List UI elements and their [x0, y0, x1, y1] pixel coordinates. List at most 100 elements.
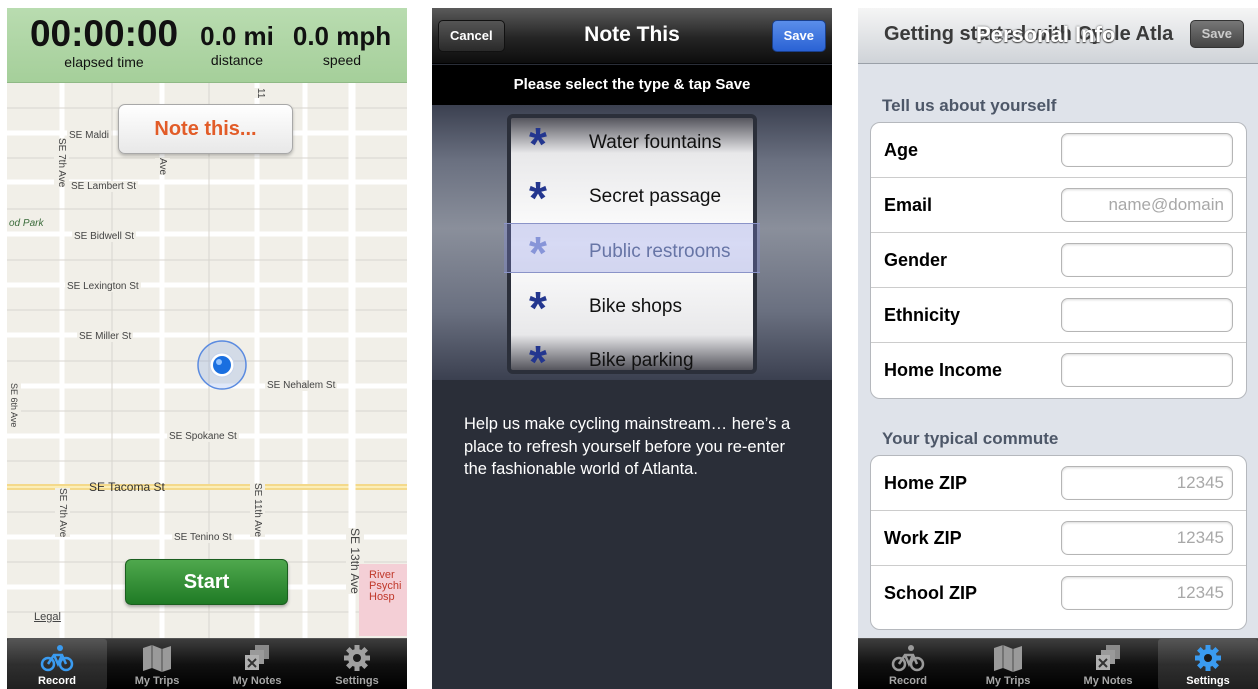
map-icon	[994, 645, 1022, 672]
form-row: Work ZIP	[871, 511, 1246, 566]
tab-my-trips[interactable]: My Trips	[958, 639, 1058, 689]
street-label: SE Lexington St	[65, 281, 141, 292]
street-label: 11	[253, 88, 268, 99]
asterisk-icon: *	[529, 172, 547, 224]
navigation-bar: Getting started with Cycle Atla Personal…	[858, 8, 1258, 64]
speed-value: 0.0 mph	[292, 21, 392, 51]
tab-record-label: Record	[889, 675, 927, 687]
tab-my-notes[interactable]: My Notes	[1058, 639, 1158, 689]
tab-settings[interactable]: Settings	[1158, 639, 1258, 689]
personal-info-screen: Getting started with Cycle Atla Personal…	[858, 8, 1258, 689]
street-label: SE 7th Ave	[55, 488, 70, 538]
field-label: School ZIP	[884, 583, 978, 603]
field-label: Ethnicity	[884, 305, 961, 325]
start-button[interactable]: Start	[125, 559, 288, 605]
tab-my-notes-label: My Notes	[232, 675, 282, 687]
field-label: Home Income	[884, 360, 1003, 380]
notes-icon	[245, 645, 269, 670]
elapsed-time-label: elapsed time	[64, 54, 144, 70]
legal-link[interactable]: Legal	[34, 611, 61, 623]
street-label: SE 6th Ave	[7, 383, 21, 428]
distance-stat: 0.0 mi distance	[187, 16, 287, 68]
save-button[interactable]: Save	[771, 20, 826, 52]
current-location-icon	[197, 340, 247, 390]
about-you-group: Age Email Gender Ethnicity Home Income	[870, 122, 1247, 399]
help-text: Help us make cycling mainstream… here’s …	[464, 415, 791, 478]
form-row: Ethnicity	[871, 288, 1246, 343]
form-row: Age	[871, 123, 1246, 178]
home-zip-field[interactable]	[1061, 466, 1233, 500]
distance-label: distance	[210, 52, 264, 68]
picker-option[interactable]: * Bike parking	[511, 334, 753, 374]
tab-my-trips-label: My Trips	[134, 675, 180, 687]
asterisk-icon: *	[529, 118, 547, 170]
picker-option[interactable]: * Secret passage	[511, 170, 753, 224]
street-label: SE Nehalem St	[265, 380, 338, 391]
tab-bar: Record My Trips My Notes Settings	[858, 638, 1258, 689]
field-label: Home ZIP	[884, 473, 968, 493]
email-field[interactable]	[1061, 188, 1233, 222]
street-label: SE Maldi	[67, 130, 112, 141]
age-field[interactable]	[1061, 133, 1233, 167]
navigation-bar: Note This Cancel Save	[432, 8, 832, 64]
commute-group: Home ZIP Work ZIP School ZIP	[870, 455, 1247, 630]
tab-settings[interactable]: Settings	[307, 639, 407, 689]
picker-option-label: Bike shops	[589, 296, 682, 317]
gear-icon	[344, 645, 370, 671]
section-title: Your typical commute	[882, 429, 1059, 448]
bicycle-icon	[891, 645, 925, 672]
tab-my-trips[interactable]: My Trips	[107, 639, 207, 689]
gender-field[interactable]	[1061, 243, 1233, 277]
street-label: Ave	[155, 158, 170, 176]
elapsed-time-stat: 00:00:00 elapsed time	[19, 13, 189, 70]
save-button[interactable]: Save	[1189, 20, 1244, 48]
distance-value: 0.0 mi	[200, 21, 274, 51]
form-row: Gender	[871, 233, 1246, 288]
field-label: Gender	[884, 250, 948, 270]
work-zip-field[interactable]	[1061, 521, 1233, 555]
map-icon	[143, 645, 171, 672]
tab-record[interactable]: Record	[858, 639, 958, 689]
picker-option-label: Bike parking	[589, 350, 694, 371]
record-screen: 00:00:00 elapsed time 0.0 mi distance 0.…	[7, 8, 407, 689]
tab-my-notes[interactable]: My Notes	[207, 639, 307, 689]
field-label: Email	[884, 195, 933, 215]
elapsed-time-value: 00:00:00	[29, 13, 179, 54]
street-label: SE 7th Ave	[54, 138, 69, 188]
field-label: Work ZIP	[884, 528, 962, 548]
gear-icon	[1195, 645, 1221, 671]
picker-option[interactable]: * Bike shops	[511, 280, 753, 334]
tab-record-label: Record	[38, 675, 76, 687]
picker-option-label: Water fountains	[589, 132, 722, 153]
page-title: Personal Info	[976, 22, 1116, 47]
instruction-text: Please select the type & tap Save	[432, 65, 832, 105]
section-title: Tell us about yourself	[882, 96, 1057, 115]
note-screen: Note This Cancel Save Please select the …	[432, 8, 832, 689]
ethnicity-field[interactable]	[1061, 298, 1233, 332]
street-label: SE Bidwell St	[72, 231, 137, 242]
trip-stats-bar: 00:00:00 elapsed time 0.0 mi distance 0.…	[7, 8, 407, 83]
tab-record[interactable]: Record	[7, 639, 107, 689]
street-label: SE Spokane St	[167, 431, 239, 442]
tab-settings-label: Settings	[1186, 675, 1230, 687]
street-label: SE Miller St	[77, 331, 134, 342]
speed-stat: 0.0 mph speed	[287, 16, 397, 68]
street-label: SE Tenino St	[172, 532, 234, 543]
asterisk-icon: *	[529, 282, 547, 334]
notes-icon	[1096, 645, 1120, 670]
tab-my-notes-label: My Notes	[1083, 675, 1133, 687]
form-row: School ZIP	[871, 566, 1246, 621]
tab-my-trips-label: My Trips	[985, 675, 1031, 687]
picker-selection-indicator	[504, 223, 760, 273]
note-this-button[interactable]: Note this...	[118, 104, 293, 154]
asterisk-icon: *	[529, 336, 547, 374]
hospital-label: River Psychi Hosp	[369, 569, 402, 603]
home-income-field[interactable]	[1061, 353, 1233, 387]
form-row: Home ZIP	[871, 456, 1246, 511]
cancel-button[interactable]: Cancel	[438, 20, 505, 52]
map-view[interactable]: SE Maldi SE 7th Ave SE Lambert St od Par…	[7, 83, 407, 638]
picker-option[interactable]: * Water fountains	[511, 118, 753, 170]
picker-option-label: Secret passage	[589, 186, 722, 207]
school-zip-field[interactable]	[1061, 576, 1233, 610]
street-label: SE 11th Ave	[250, 483, 265, 538]
